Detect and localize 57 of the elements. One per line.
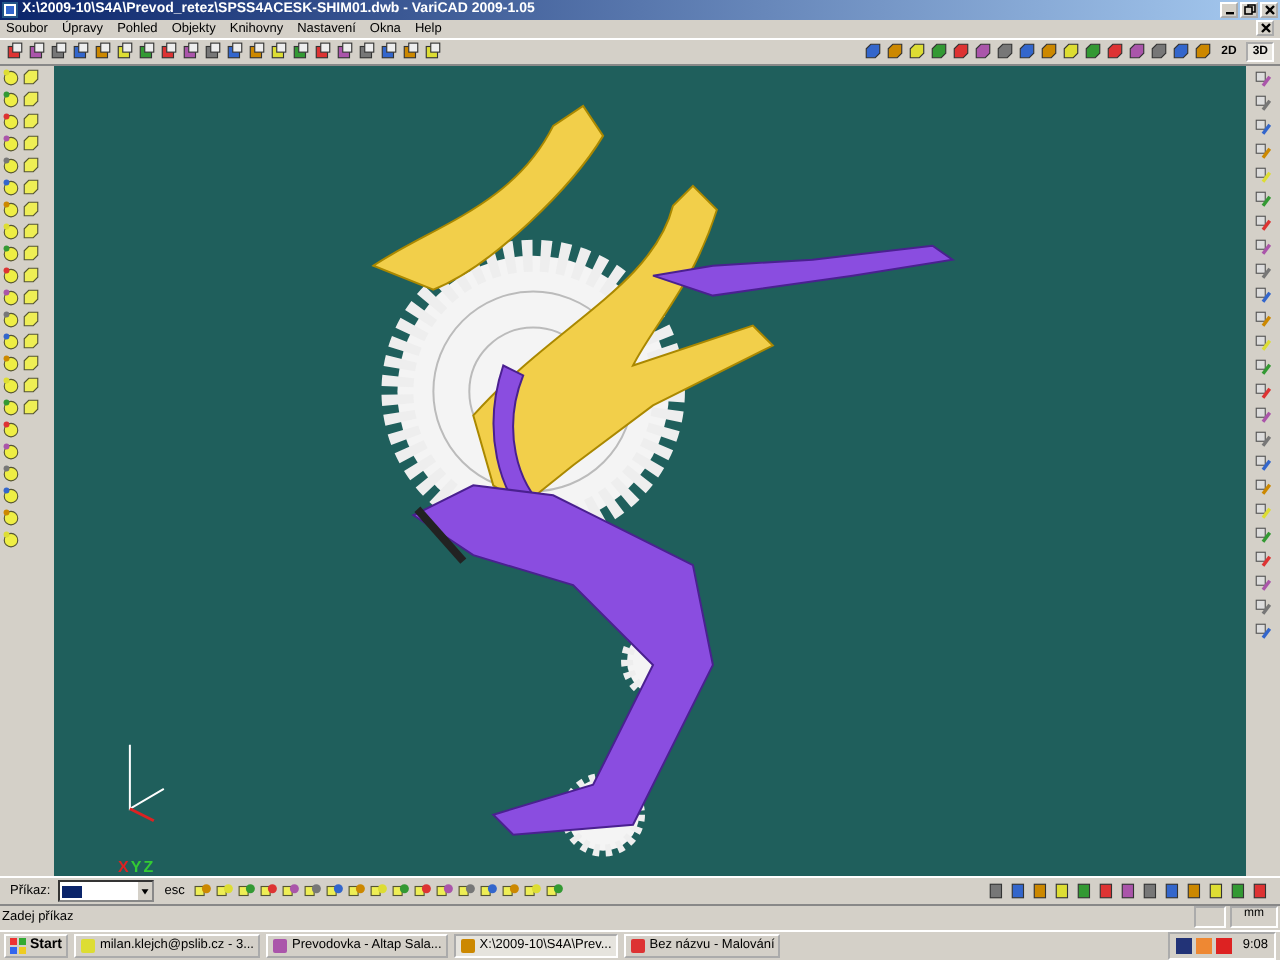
tool-icon[interactable] <box>480 882 499 901</box>
tool-icon[interactable] <box>436 882 455 901</box>
tool-icon[interactable] <box>2 463 20 482</box>
app-icon <box>79 937 96 954</box>
tool-icon[interactable] <box>282 882 301 901</box>
axis-label: X <box>118 857 129 876</box>
tool-icon[interactable] <box>2 287 20 306</box>
tool-icon[interactable] <box>392 882 411 901</box>
tool-icon[interactable] <box>414 882 433 901</box>
tool-icon[interactable] <box>502 882 521 901</box>
tool-icon[interactable] <box>260 882 279 901</box>
tool-icon[interactable] <box>2 177 20 196</box>
tool-icon[interactable] <box>2 133 20 152</box>
app-icon <box>629 937 646 954</box>
tool-icon[interactable] <box>2 375 20 394</box>
tool-icon[interactable] <box>2 221 20 240</box>
tool-icon[interactable] <box>458 882 477 901</box>
windows-logo-icon <box>10 937 26 954</box>
tool-icon[interactable] <box>2 111 20 130</box>
tool-icon[interactable] <box>348 882 367 901</box>
minimize-button[interactable] <box>1220 1 1238 18</box>
close-icon <box>1259 22 1271 35</box>
tool-icon[interactable] <box>216 882 235 901</box>
tool-icon[interactable] <box>546 882 565 901</box>
close-document-button[interactable] <box>1256 20 1274 37</box>
tool-icon[interactable] <box>524 882 543 901</box>
tool-icon[interactable] <box>2 89 20 108</box>
restore-icon <box>1243 3 1255 16</box>
app-icon <box>2 1 18 18</box>
tool-icon[interactable] <box>194 882 213 901</box>
restore-button[interactable] <box>1240 1 1258 18</box>
tool-icon[interactable] <box>2 265 20 284</box>
tool-icon[interactable] <box>2 199 20 218</box>
axis-icon <box>128 742 165 822</box>
close-button[interactable] <box>1260 1 1278 18</box>
tool-icon[interactable] <box>326 882 345 901</box>
tool-icon[interactable] <box>304 882 323 901</box>
tool-icon[interactable] <box>2 243 20 262</box>
tool-icon[interactable] <box>370 882 389 901</box>
command-input[interactable] <box>58 880 155 903</box>
tool-icon[interactable] <box>238 882 257 901</box>
axis-label: Y <box>130 857 142 876</box>
tool-icon[interactable] <box>2 507 20 526</box>
axis-label: Z <box>143 857 154 876</box>
app-icon <box>272 937 288 954</box>
tool-icon[interactable] <box>2 67 20 86</box>
tool-icon[interactable] <box>2 397 20 416</box>
tool-icon[interactable] <box>2 155 20 174</box>
tool-icon[interactable] <box>2 353 20 372</box>
tool-icon[interactable] <box>2 419 20 438</box>
tool-icon[interactable] <box>2 529 20 548</box>
app-icon <box>459 937 476 954</box>
close-icon <box>1263 3 1275 16</box>
tool-icon[interactable] <box>2 441 20 460</box>
tool-icon[interactable] <box>2 331 20 350</box>
tool-icon[interactable] <box>2 309 20 328</box>
tool-icon[interactable] <box>2 485 20 504</box>
